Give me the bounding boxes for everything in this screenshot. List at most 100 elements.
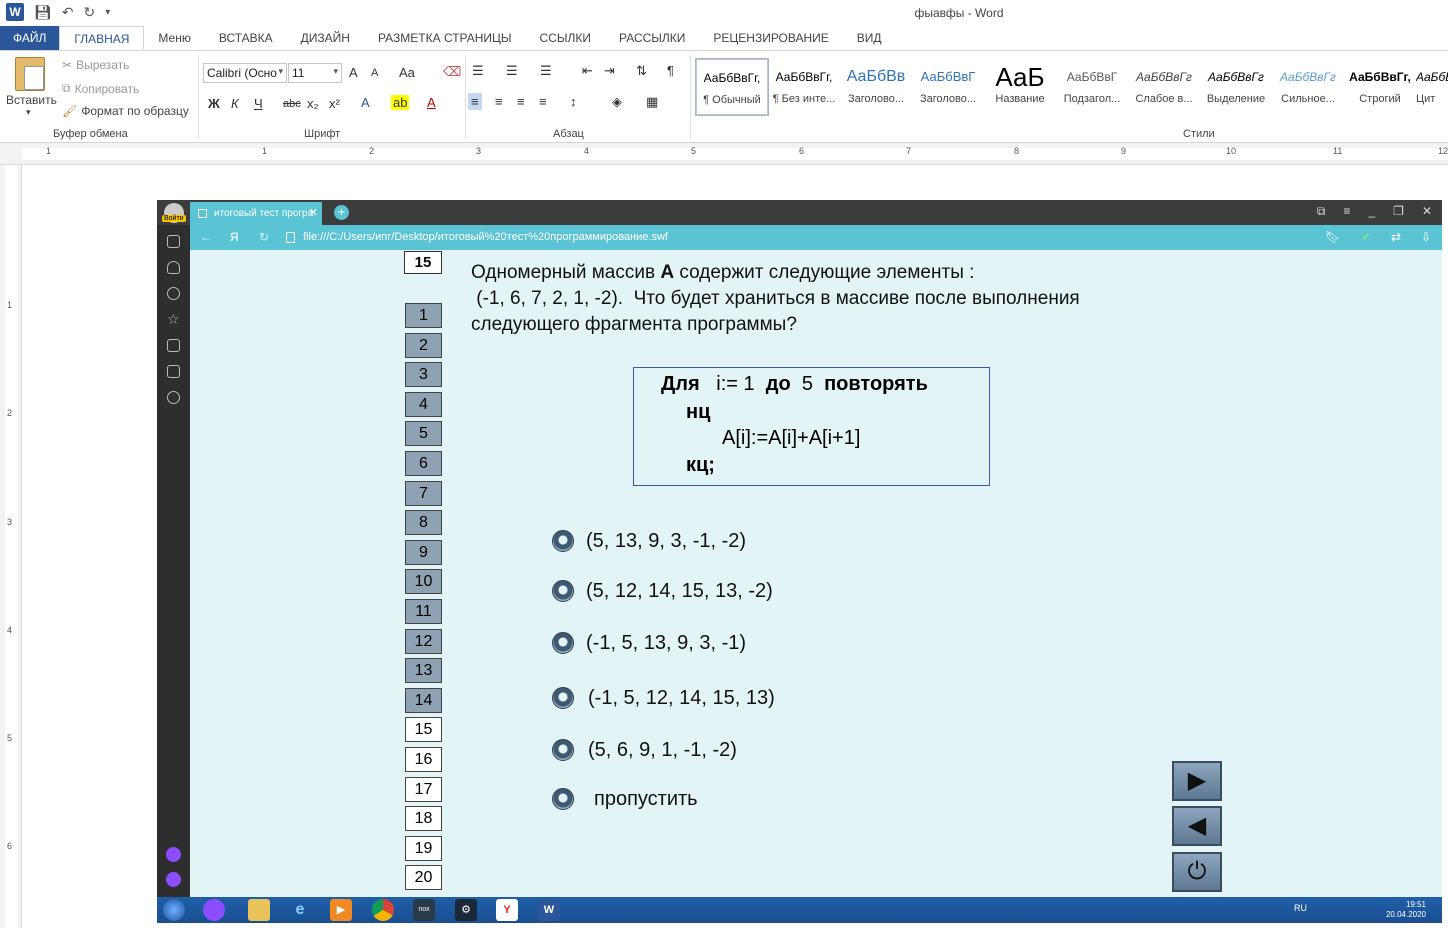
menu-icon[interactable]: ≡ <box>1343 204 1350 219</box>
protect-icon[interactable]: ✔ <box>1361 230 1371 244</box>
underline-button[interactable]: Ч <box>254 96 263 111</box>
format-painter-button[interactable]: 🖌︎ Формат по образцу <box>62 104 189 118</box>
restore-icon[interactable]: ❐ <box>1393 204 1404 219</box>
answer-option-1[interactable]: (5, 13, 9, 3, -1, -2) <box>552 528 746 554</box>
yandex-icon[interactable]: Я <box>230 230 239 244</box>
paste-dropdown-icon[interactable]: ▾ <box>26 107 31 118</box>
question-number-button[interactable]: 20 <box>405 865 442 891</box>
minimize-icon[interactable]: _ <box>1368 204 1375 219</box>
answer-option-2[interactable]: (5, 12, 14, 15, 13, -2) <box>552 578 773 604</box>
internet-explorer-icon[interactable]: e <box>289 899 311 921</box>
line-spacing-icon[interactable]: ↕ <box>570 94 577 109</box>
browser-tab[interactable]: итоговый тест програ ✕ <box>190 202 322 225</box>
style-emphasis[interactable]: АаБбВвГг Выделение <box>1200 59 1272 115</box>
question-number-button[interactable]: 4 <box>405 391 442 417</box>
alice-taskbar-icon[interactable] <box>203 899 225 921</box>
history-icon[interactable] <box>167 287 180 300</box>
align-right-icon[interactable]: ≡ <box>517 94 525 109</box>
change-case-button[interactable]: Aa <box>399 65 415 80</box>
play-icon[interactable] <box>167 391 180 404</box>
tab-design[interactable]: ДИЗАЙН <box>287 26 364 50</box>
question-number-button[interactable]: 8 <box>405 510 442 536</box>
question-number-button[interactable]: 19 <box>405 835 442 861</box>
shading-icon[interactable]: ◈ <box>612 94 622 110</box>
question-number-button[interactable]: 11 <box>405 599 442 624</box>
question-number-button[interactable]: 2 <box>405 332 442 358</box>
translate-icon[interactable]: ⇄ <box>1391 230 1401 244</box>
vertical-ruler[interactable]: 1 2 3 4 5 6 <box>0 165 22 928</box>
steam-icon[interactable]: ⚙ <box>455 899 477 921</box>
radio-icon[interactable] <box>552 788 574 810</box>
yandex-browser-icon[interactable]: Y <box>496 899 518 921</box>
bold-button[interactable]: Ж <box>208 96 220 111</box>
question-number-button[interactable]: 5 <box>405 421 442 447</box>
back-icon[interactable]: ← <box>200 230 212 244</box>
style-strong[interactable]: АаБбВвГг, Строгий <box>1344 59 1416 115</box>
clock[interactable]: 19:51 20.04.2020 <box>1386 900 1426 920</box>
alice-chat-icon[interactable] <box>166 847 181 862</box>
nox-icon[interactable]: nox <box>413 899 435 921</box>
question-number-button[interactable]: 13 <box>405 658 442 684</box>
login-label[interactable]: Войти <box>162 215 186 222</box>
style-intense-emphasis[interactable]: АаБбВвГг Сильное... <box>1272 59 1344 115</box>
tab-insert[interactable]: ВСТАВКА <box>205 26 287 50</box>
question-number-button[interactable]: 14 <box>405 687 442 713</box>
style-heading-2[interactable]: АаБбВвГ Заголово... <box>912 59 984 115</box>
decrease-indent-icon[interactable]: ⇤ <box>582 63 593 79</box>
reload-icon[interactable]: ↻ <box>259 230 269 244</box>
answer-option-4[interactable]: (-1, 5, 12, 14, 15, 13) <box>552 685 775 711</box>
grow-font-button[interactable]: A <box>349 65 358 80</box>
horizontal-ruler[interactable]: 1 1 2 3 4 5 6 7 8 9 10 11 12 <box>0 143 1448 165</box>
language-indicator[interactable]: RU <box>1294 903 1307 913</box>
answer-option-3[interactable]: (-1, 5, 13, 9, 3, -1) <box>552 630 746 656</box>
question-number-button[interactable]: 17 <box>405 776 442 802</box>
apps-icon[interactable] <box>167 235 180 248</box>
paste-button[interactable]: Вставить <box>6 93 57 107</box>
bookmark-icon[interactable]: 🔖︎ <box>1325 230 1340 244</box>
multilevel-list-icon[interactable]: ☰ <box>540 63 552 79</box>
media-player-icon[interactable]: ▶ <box>330 899 352 921</box>
bell-icon[interactable] <box>167 261 180 274</box>
borders-icon[interactable]: ▦ <box>646 94 658 110</box>
style-no-spacing[interactable]: АаБбВвГг, ¶ Без инте... <box>768 59 840 115</box>
shrink-font-button[interactable]: A <box>371 67 378 79</box>
answer-option-skip[interactable]: пропустить <box>552 786 698 812</box>
question-number-button[interactable]: 9 <box>405 539 442 565</box>
bullets-icon[interactable]: ☰ <box>472 63 484 79</box>
align-center-icon[interactable]: ≡ <box>495 94 503 109</box>
question-number-button[interactable]: 12 <box>405 628 442 654</box>
italic-button[interactable]: К <box>231 96 239 111</box>
question-number-button[interactable]: 15 <box>405 717 442 743</box>
alice-icon[interactable] <box>166 872 181 887</box>
style-heading-1[interactable]: АаБбВв Заголово... <box>840 59 912 115</box>
url-field[interactable]: file:///C:/Users/ипг/Desktop/итоговый%20… <box>303 231 668 243</box>
star-icon[interactable]: ☆ <box>167 312 180 326</box>
align-left-icon[interactable]: ≡ <box>468 93 482 110</box>
embedded-screenshot[interactable]: Войти итоговый тест програ ✕ + ⧉ ≡ _ ❐ ✕… <box>157 200 1442 923</box>
style-quote[interactable]: АаБбВвГг Цит <box>1416 59 1448 115</box>
answer-option-5[interactable]: (5, 6, 9, 1, -1, -2) <box>552 737 737 763</box>
download-icon[interactable]: ⇩ <box>1421 230 1431 244</box>
strikethrough-button[interactable]: abc <box>283 98 301 110</box>
clear-formatting-icon[interactable]: ⌫ <box>443 64 461 80</box>
superscript-button[interactable]: x² <box>329 96 340 111</box>
question-number-button[interactable]: 16 <box>405 747 442 772</box>
font-name-combo[interactable]: Calibri (Осно <box>203 63 287 83</box>
radio-icon[interactable] <box>552 687 574 709</box>
collections-icon[interactable] <box>167 339 180 352</box>
style-normal[interactable]: АаБбВвГг, ¶ Обычный <box>695 58 769 116</box>
font-size-combo[interactable]: 11 <box>288 63 342 83</box>
subscript-button[interactable]: x₂ <box>307 96 319 111</box>
word-taskbar-icon[interactable]: W <box>538 899 560 921</box>
close-tab-icon[interactable]: ✕ <box>309 202 318 225</box>
question-number-button[interactable]: 18 <box>405 806 442 832</box>
tab-layout[interactable]: РАЗМЕТКА СТРАНИЦЫ <box>364 26 526 50</box>
cut-button[interactable]: ✂ Вырезать <box>62 58 129 72</box>
question-number-button[interactable]: 7 <box>405 480 442 506</box>
tab-home[interactable]: ГЛАВНАЯ <box>59 26 145 50</box>
notes-icon[interactable] <box>167 365 180 378</box>
highlight-icon[interactable]: ab <box>391 95 410 110</box>
close-icon[interactable]: ✕ <box>1422 204 1432 219</box>
justify-icon[interactable]: ≡ <box>539 94 547 109</box>
style-subtitle[interactable]: АаБбВвГ Подзагол... <box>1056 59 1128 115</box>
